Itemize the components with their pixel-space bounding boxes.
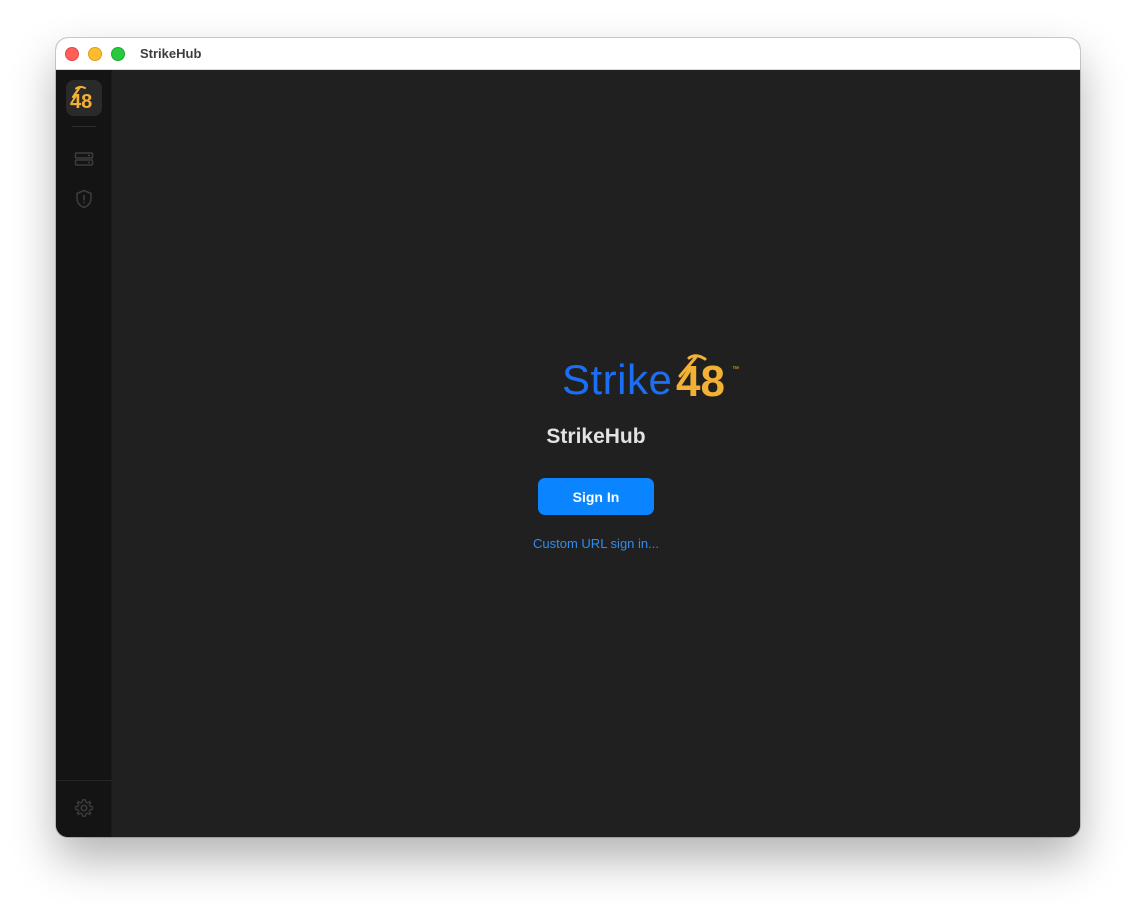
main-content: Strike 48 ™ StrikeHub Sign In Custom URL… <box>112 70 1080 837</box>
gear-icon <box>74 799 94 817</box>
sidebar-item-servers[interactable] <box>72 147 96 171</box>
brand-wordmark: Strike <box>562 356 673 403</box>
sidebar-item-security[interactable] <box>72 187 96 211</box>
minimize-window-button[interactable] <box>88 47 102 61</box>
brand-number-mark: 48 ™ <box>676 354 739 402</box>
app-window: StrikeHub 48 Strike 48 ™ StrikeHub Sign … <box>56 38 1080 837</box>
settings-button[interactable] <box>72 796 96 820</box>
sidebar-divider <box>72 126 96 127</box>
svg-text:48: 48 <box>70 91 92 113</box>
window-title: StrikeHub <box>140 46 202 61</box>
strike48-brand-logo: Strike 48 ™ <box>562 352 742 403</box>
shield-icon <box>76 189 92 209</box>
zoom-window-button[interactable] <box>111 47 125 61</box>
app-name-heading: StrikeHub <box>546 425 646 448</box>
sidebar: 48 <box>56 70 112 837</box>
title-bar[interactable]: StrikeHub <box>56 38 1080 70</box>
svg-text:™: ™ <box>732 366 739 373</box>
server-icon <box>74 152 94 166</box>
app-logo[interactable]: 48 <box>66 80 102 116</box>
sidebar-bottom-divider <box>56 780 112 781</box>
svg-text:48: 48 <box>676 357 725 402</box>
close-window-button[interactable] <box>65 47 79 61</box>
custom-url-sign-in-link[interactable]: Custom URL sign in... <box>112 536 1080 552</box>
strike48-logo-icon: 48 <box>70 85 92 113</box>
sign-in-button[interactable]: Sign In <box>538 478 654 515</box>
